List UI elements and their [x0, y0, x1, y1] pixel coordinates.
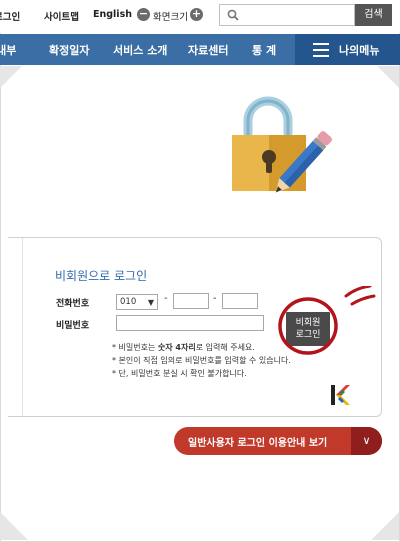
hamburger-icon	[313, 43, 329, 57]
phone-middle-input[interactable]	[173, 293, 209, 309]
corner-fold-bottom-left	[0, 512, 28, 540]
phone-label: 전화번호	[56, 299, 90, 309]
password-label: 비밀번호	[56, 321, 90, 331]
corner-fold-top-left	[0, 66, 22, 88]
chevron-down-icon: ▼	[147, 298, 154, 307]
corner-fold-top-right	[377, 66, 399, 88]
search-input[interactable]	[219, 4, 355, 26]
password-input[interactable]	[116, 315, 264, 331]
guide-label: 일반사용자 로그인 이용안내 보기	[188, 438, 328, 449]
my-menu-button[interactable]: 나의메뉴	[295, 34, 400, 65]
kr-logo-icon	[331, 385, 350, 405]
login-link[interactable]: 로그인	[0, 9, 20, 23]
zoom-in-icon[interactable]: +	[190, 8, 203, 21]
nav-item-4[interactable]: 자료센터	[188, 42, 228, 58]
sitemap-link[interactable]: 사이트맵	[44, 9, 79, 23]
corner-fold-bottom-right	[371, 512, 399, 540]
chevron-down-icon[interactable]: ∨	[351, 427, 382, 455]
lock-pencil-illustration	[232, 96, 332, 193]
my-menu-label: 나의메뉴	[339, 44, 380, 57]
login-notes: * 비밀번호는 숫자 4자리로 입력해 주세요. * 본인이 직접 임의로 비밀…	[112, 341, 291, 380]
phone-last-input[interactable]	[222, 293, 258, 309]
nav-item-2[interactable]: 확정일자	[49, 42, 89, 58]
search-icon	[227, 9, 239, 21]
search-button[interactable]: 검색	[355, 4, 392, 26]
panel-divider	[22, 238, 23, 416]
phone-separator-2: -	[213, 293, 217, 304]
top-utility-bar: 로그인 사이트맵 English − 화면크기 + 검색	[0, 0, 400, 33]
panel-title: 비회원으로 로그인	[55, 269, 148, 283]
phone-prefix-value: 010	[120, 297, 137, 307]
user-login-guide-button[interactable]: 일반사용자 로그인 이용안내 보기 ∨	[174, 427, 382, 455]
zoom-label: 화면크기	[153, 12, 188, 23]
note-1: * 비밀번호는 숫자 4자리로 입력해 주세요.	[112, 343, 255, 352]
phone-separator-1: -	[164, 293, 168, 304]
phone-prefix-select[interactable]: 010 ▼	[116, 294, 158, 310]
english-link[interactable]: English	[93, 9, 132, 20]
nav-item-5[interactable]: 통 계	[252, 42, 276, 58]
zoom-out-icon[interactable]: −	[137, 8, 150, 21]
note-2: * 본인이 직접 임의로 비밀번호를 입력할 수 있습니다.	[112, 356, 291, 365]
nav-item-1[interactable]: 안내부	[0, 42, 16, 58]
nav-item-3[interactable]: 서비스 소개	[113, 42, 167, 58]
note-3: * 단, 비밀번호 분실 시 확인 불가합니다.	[112, 369, 247, 378]
